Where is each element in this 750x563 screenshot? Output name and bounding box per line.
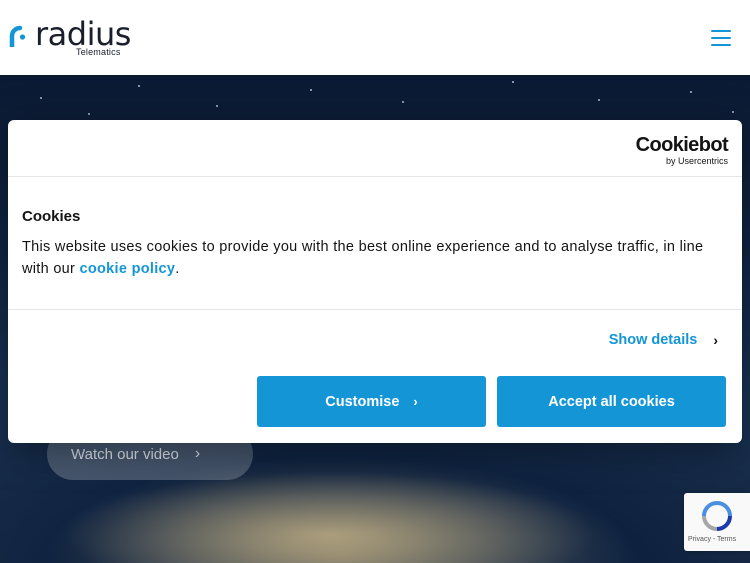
cookie-policy-link[interactable]: cookie policy (80, 261, 176, 277)
star-dot (40, 97, 42, 99)
customise-button[interactable]: Customise › (257, 376, 486, 427)
dialog-header: Cookiebot by Usercentrics (8, 120, 742, 177)
cookiebot-subtitle: by Usercentrics (665, 156, 728, 166)
star-dot (402, 101, 404, 103)
hamburger-menu-icon[interactable] (711, 28, 733, 46)
watch-video-label: Watch our video (71, 445, 179, 463)
accept-all-label: Accept all cookies (548, 393, 675, 410)
show-details-label: Show details (608, 332, 698, 348)
chevron-right-icon: › (713, 332, 718, 348)
star-dot (732, 111, 734, 113)
accept-all-cookies-button[interactable]: Accept all cookies (497, 376, 726, 427)
chevron-right-icon: › (194, 445, 201, 462)
chevron-right-icon: › (413, 394, 418, 409)
star-dot (138, 85, 140, 87)
cookiebot-logo: Cookiebot by Usercentrics (635, 134, 729, 166)
recaptcha-icon (702, 501, 732, 531)
star-dot (512, 81, 514, 83)
recaptcha-footer[interactable]: Privacy - Terms (688, 536, 736, 543)
body-end: . (175, 261, 180, 277)
logo-subtitle: Telematics (76, 47, 121, 57)
cookiebot-brand: Cookiebot (635, 134, 729, 156)
star-dot (88, 113, 90, 115)
site-header: radius Telematics (0, 0, 750, 75)
star-dot (690, 91, 692, 93)
cookie-consent-dialog: Cookiebot by Usercentrics Cookies This w… (8, 120, 742, 443)
dialog-body-text: This website uses cookies to provide you… (22, 236, 728, 280)
star-dot (598, 99, 600, 101)
dialog-divider (8, 309, 742, 310)
radius-logo-mark-icon (9, 25, 26, 47)
dialog-title: Cookies (22, 208, 81, 225)
star-dot (310, 89, 312, 91)
show-details-link[interactable]: Show details › (609, 332, 718, 348)
customise-label: Customise (325, 393, 400, 410)
star-dot (216, 105, 218, 107)
recaptcha-badge[interactable]: Privacy - Terms (684, 493, 750, 551)
radius-logo[interactable]: radius Telematics (9, 16, 139, 60)
